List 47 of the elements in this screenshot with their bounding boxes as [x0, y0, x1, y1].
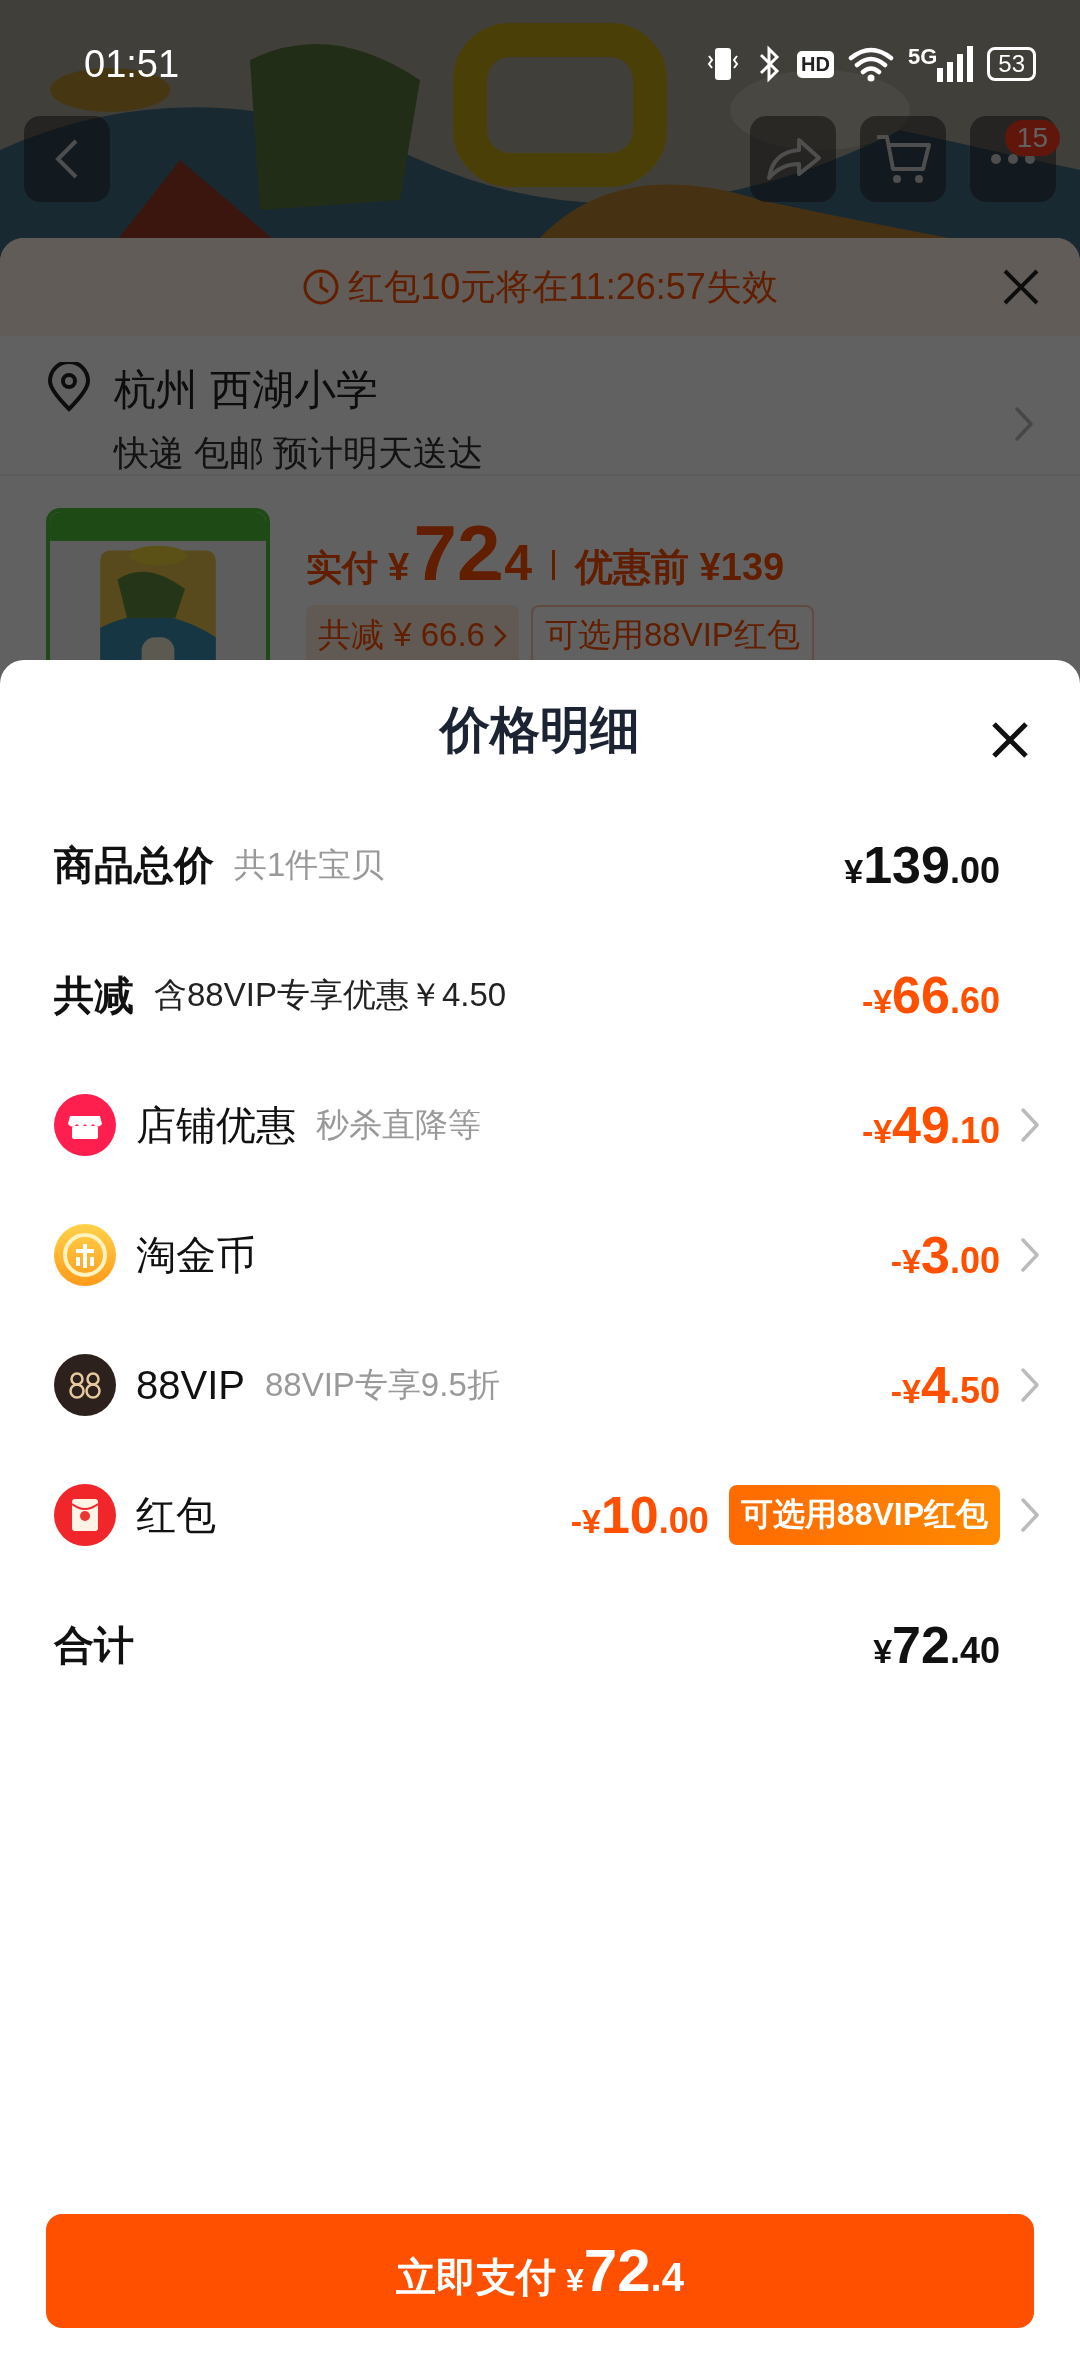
- more-icon: [988, 153, 1038, 165]
- store-icon: [54, 1094, 116, 1156]
- price-amount: -¥49.10: [861, 1095, 1000, 1155]
- row-label: 红包: [136, 1491, 216, 1539]
- hd-indicator: HD: [797, 50, 834, 78]
- chevron-icon: [1020, 1107, 1040, 1143]
- row-label: 店铺优惠: [136, 1101, 296, 1149]
- delivery-info: 快递 包邮 预计明天送达: [114, 432, 485, 474]
- vip-icon: [54, 1354, 116, 1416]
- voucher-badge[interactable]: 可选用88VIP红包: [728, 1485, 1000, 1545]
- chevron-icon: [1014, 406, 1034, 442]
- row-label: 淘金币: [136, 1231, 256, 1279]
- original-price: 优惠前 ¥139: [575, 545, 785, 590]
- row-note: 秒杀直降等: [316, 1104, 481, 1145]
- row-label: 88VIP: [136, 1362, 245, 1408]
- price-amount: -¥4.50: [890, 1355, 1000, 1415]
- network-label: 5G: [907, 46, 938, 68]
- sheet-title: 价格明细: [440, 700, 640, 760]
- clock-icon: [302, 268, 341, 306]
- pay-button[interactable]: 立即支付 ¥72.4: [46, 2214, 1034, 2328]
- price-amount: ¥72.40: [873, 1615, 1000, 1675]
- price-amount: ¥139.00: [844, 835, 1000, 895]
- row-label: 合计: [54, 1621, 134, 1669]
- countdown-text: 红包10元将在11:26:57失效: [348, 264, 778, 309]
- coin-icon: [54, 1224, 116, 1286]
- wifi-icon: [847, 46, 894, 82]
- envelope-icon: [54, 1484, 116, 1546]
- address-place: 杭州 西湖小学: [114, 365, 379, 415]
- signal-icon: [937, 46, 974, 82]
- row-note: 共1件宝贝: [234, 844, 385, 885]
- chevron-icon: [1020, 1367, 1040, 1403]
- chevron-icon: [1020, 1237, 1040, 1273]
- price-amount: -¥10.00: [570, 1485, 709, 1545]
- row-label: 共减: [54, 971, 134, 1019]
- price-amount: -¥3.00: [890, 1225, 1000, 1285]
- price-amount: -¥66.60: [861, 965, 1000, 1025]
- chevron-icon: [1020, 1497, 1040, 1533]
- row-note: 88VIP专享9.5折: [264, 1364, 500, 1405]
- paid-label: 实付: [306, 546, 378, 590]
- battery-indicator: 53: [987, 47, 1036, 81]
- row-label: 商品总价: [54, 841, 214, 889]
- paid-price: ¥72.4: [388, 508, 533, 599]
- chevron-icon: [492, 623, 507, 648]
- status-time: 01:51: [84, 42, 180, 86]
- row-note: 含88VIP专享优惠￥4.50: [154, 974, 507, 1015]
- close-icon[interactable]: [1002, 268, 1040, 306]
- location-pin-icon: [46, 362, 92, 412]
